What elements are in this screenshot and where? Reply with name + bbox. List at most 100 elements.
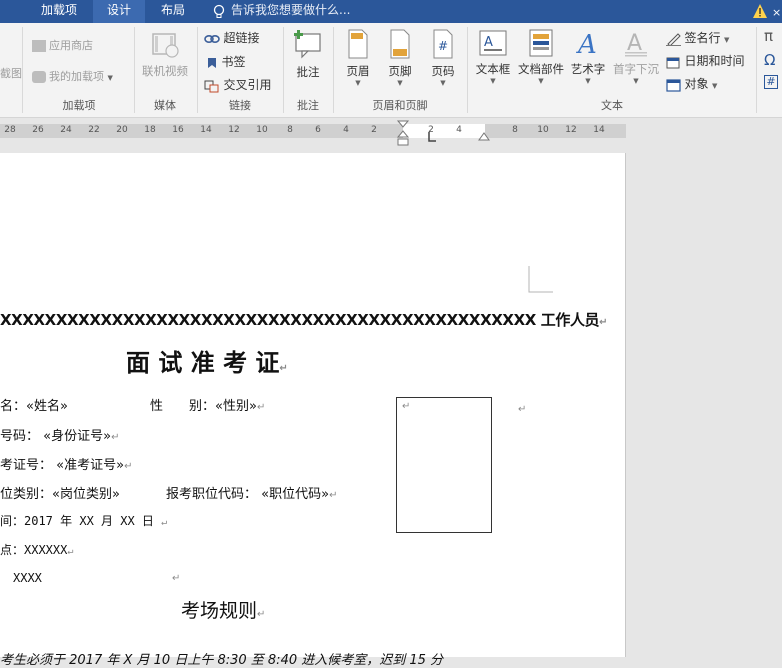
ruler-tick-label: 10 bbox=[537, 125, 549, 135]
ruler-tick-label: 4 bbox=[456, 125, 462, 135]
ruler-text-area bbox=[403, 124, 485, 138]
warning-icon[interactable]: × bbox=[752, 3, 782, 20]
photo-box[interactable]: ↵ bbox=[396, 397, 492, 533]
my-addins-button[interactable]: 我的加载项 ▼ bbox=[32, 68, 113, 84]
object-button[interactable]: 对象 ▼ bbox=[666, 75, 717, 92]
group-label-addins: 加载项 bbox=[62, 99, 96, 112]
doc-bottom-line: 考生必须于 2017 年 X 月 10 日上午 8:30 至 8:40 进入候考… bbox=[0, 649, 443, 668]
code-merge-field: «职位代码» bbox=[261, 487, 330, 502]
svg-text:A: A bbox=[576, 30, 597, 58]
quick-parts-button[interactable]: 文档部件 ▼ bbox=[516, 28, 566, 85]
group-label-links: 链接 bbox=[229, 99, 251, 112]
cross-reference-button[interactable]: 交叉引用 bbox=[204, 76, 272, 93]
ribbon-tab-bar: 加载项 设计 布局 告诉我您想要做什么... × bbox=[0, 0, 782, 23]
screenshot-button[interactable]: 截图 bbox=[0, 65, 22, 81]
tab-stop-marker[interactable] bbox=[426, 131, 438, 143]
wordart-button[interactable]: A 艺术字 ▼ bbox=[569, 28, 607, 85]
online-video-button[interactable]: 联机视频 bbox=[138, 31, 192, 79]
dropcap-icon: A bbox=[625, 31, 647, 57]
quick-parts-icon bbox=[529, 29, 553, 57]
ruler-tick-label: 12 bbox=[565, 125, 577, 135]
place-text: 点：XXXXXX bbox=[0, 543, 68, 557]
number-icon[interactable]: # bbox=[764, 75, 778, 89]
doc-title: 面 试 准 考 证↵ bbox=[126, 349, 288, 377]
header-text: XXXXXXXXXXXXXXXXXXXXXXXXXXXXXXXXXXXXXXXX… bbox=[0, 311, 600, 329]
video-icon bbox=[152, 33, 179, 58]
ruler-tick-label: 12 bbox=[228, 125, 240, 135]
doc-misc-line: XXXX bbox=[13, 571, 42, 585]
ruler-tick-label: 16 bbox=[172, 125, 184, 135]
doc-id-line: 号码： «身份证号»↵ bbox=[0, 429, 120, 444]
document-page[interactable]: XXXXXXXXXXXXXXXXXXXXXXXXXXXXXXXXXXXXXXXX… bbox=[0, 153, 626, 668]
ruler-tick-label: 24 bbox=[60, 125, 72, 135]
group-label-comments: 批注 bbox=[297, 99, 319, 112]
rules-title-text: 考场规则 bbox=[181, 600, 258, 622]
tab-addins[interactable]: 加载项 bbox=[30, 0, 88, 23]
hyperlink-button[interactable]: 超链接 bbox=[204, 29, 260, 46]
lightbulb-icon bbox=[213, 4, 225, 18]
doc-name-line: 名：«姓名» bbox=[0, 395, 68, 414]
date-time-button[interactable]: 日期和时间 bbox=[666, 52, 745, 69]
ruler-tick-label: 8 bbox=[287, 125, 293, 135]
doc-header-line: XXXXXXXXXXXXXXXXXXXXXXXXXXXXXXXXXXXXXXXX… bbox=[0, 311, 608, 329]
textbox-button[interactable]: A 文本框 ▼ bbox=[472, 28, 514, 85]
ruler-tick-label: 22 bbox=[88, 125, 100, 135]
ruler-tick-label: 26 bbox=[32, 125, 44, 135]
indent-marker-left[interactable] bbox=[395, 120, 411, 148]
id-merge-field: «身份证号» bbox=[43, 429, 112, 444]
tell-me-input[interactable]: 告诉我您想要做什么... bbox=[231, 0, 350, 23]
equation-icon[interactable]: π bbox=[764, 27, 773, 45]
margin-corner-mark bbox=[528, 266, 553, 293]
page-number-button[interactable]: # 页码 ▼ bbox=[425, 28, 461, 87]
header-button[interactable]: 页眉 ▼ bbox=[340, 28, 376, 87]
bookmark-button[interactable]: 书签 bbox=[206, 53, 246, 70]
doc-code-line: 报考职位代码： «职位代码»↵ bbox=[166, 487, 338, 502]
type-label: 位类别： bbox=[0, 487, 53, 502]
ruler-tick-label: 20 bbox=[116, 125, 128, 135]
doc-place-line: 点：XXXXXX↵ bbox=[0, 543, 74, 557]
doc-exam-line: 考证号： «准考证号»↵ bbox=[0, 458, 133, 473]
ruler-tick-label: 4 bbox=[343, 125, 349, 135]
indent-marker-right[interactable] bbox=[477, 126, 491, 142]
paragraph-mark: ↵ bbox=[518, 404, 527, 415]
store-button[interactable]: 应用商店 bbox=[32, 37, 93, 53]
comment-icon bbox=[294, 30, 321, 59]
misc-text: XXXX bbox=[13, 571, 42, 585]
doc-type-line: 位类别：«岗位类别» bbox=[0, 483, 120, 502]
header-icon bbox=[348, 29, 368, 59]
ruler-tick-label: 10 bbox=[256, 125, 268, 135]
textbox-icon: A bbox=[479, 30, 507, 56]
signature-line-button[interactable]: 签名行 ▼ bbox=[666, 29, 729, 47]
page-number-icon: # bbox=[433, 29, 453, 59]
code-label: 报考职位代码： bbox=[166, 487, 258, 502]
wordart-icon: A bbox=[576, 30, 597, 60]
cross-reference-icon bbox=[204, 80, 219, 92]
svg-text:#: # bbox=[438, 39, 448, 53]
name-merge-field: «姓名» bbox=[26, 399, 68, 414]
doc-gender-line: 性 别：«性别»↵ bbox=[150, 399, 266, 414]
hyperlink-icon bbox=[204, 34, 220, 44]
gender-merge-field: «性别» bbox=[215, 399, 257, 414]
store-icon bbox=[32, 40, 46, 52]
ruler-tick-label: 2 bbox=[371, 125, 377, 135]
footer-icon bbox=[390, 29, 410, 59]
exam-label: 考证号： bbox=[0, 458, 53, 473]
symbol-icon[interactable]: Ω bbox=[764, 51, 775, 69]
dropcap-button[interactable]: A 首字下沉 ▼ bbox=[610, 28, 662, 85]
ruler-tick-label: 14 bbox=[200, 125, 212, 135]
addins-icon bbox=[32, 71, 46, 83]
doc-date-line: 间：2017 年 XX 月 XX 日 ↵ bbox=[0, 514, 168, 528]
tab-layout[interactable]: 布局 bbox=[150, 0, 196, 23]
comment-button[interactable]: 批注 bbox=[288, 28, 328, 80]
name-label: 名： bbox=[0, 399, 27, 414]
rules-text: 考生必须于 2017 年 X 月 10 日上午 8:30 至 8:40 进入候考… bbox=[0, 653, 444, 668]
signature-icon bbox=[666, 32, 681, 47]
bookmark-icon bbox=[208, 58, 216, 68]
exam-merge-field: «准考证号» bbox=[56, 458, 125, 473]
footer-button[interactable]: 页脚 ▼ bbox=[382, 28, 418, 87]
ribbon: 截图 应用商店 我的加载项 ▼ 加载项 联机视频 媒体 超链接 书签 交叉引用 … bbox=[0, 23, 782, 118]
paragraph-mark: ↵ bbox=[402, 401, 411, 412]
ruler-tick-label: 14 bbox=[593, 125, 605, 135]
tab-design[interactable]: 设计 bbox=[93, 0, 145, 23]
date-text: 间：2017 年 XX 月 XX 日 bbox=[0, 514, 154, 528]
